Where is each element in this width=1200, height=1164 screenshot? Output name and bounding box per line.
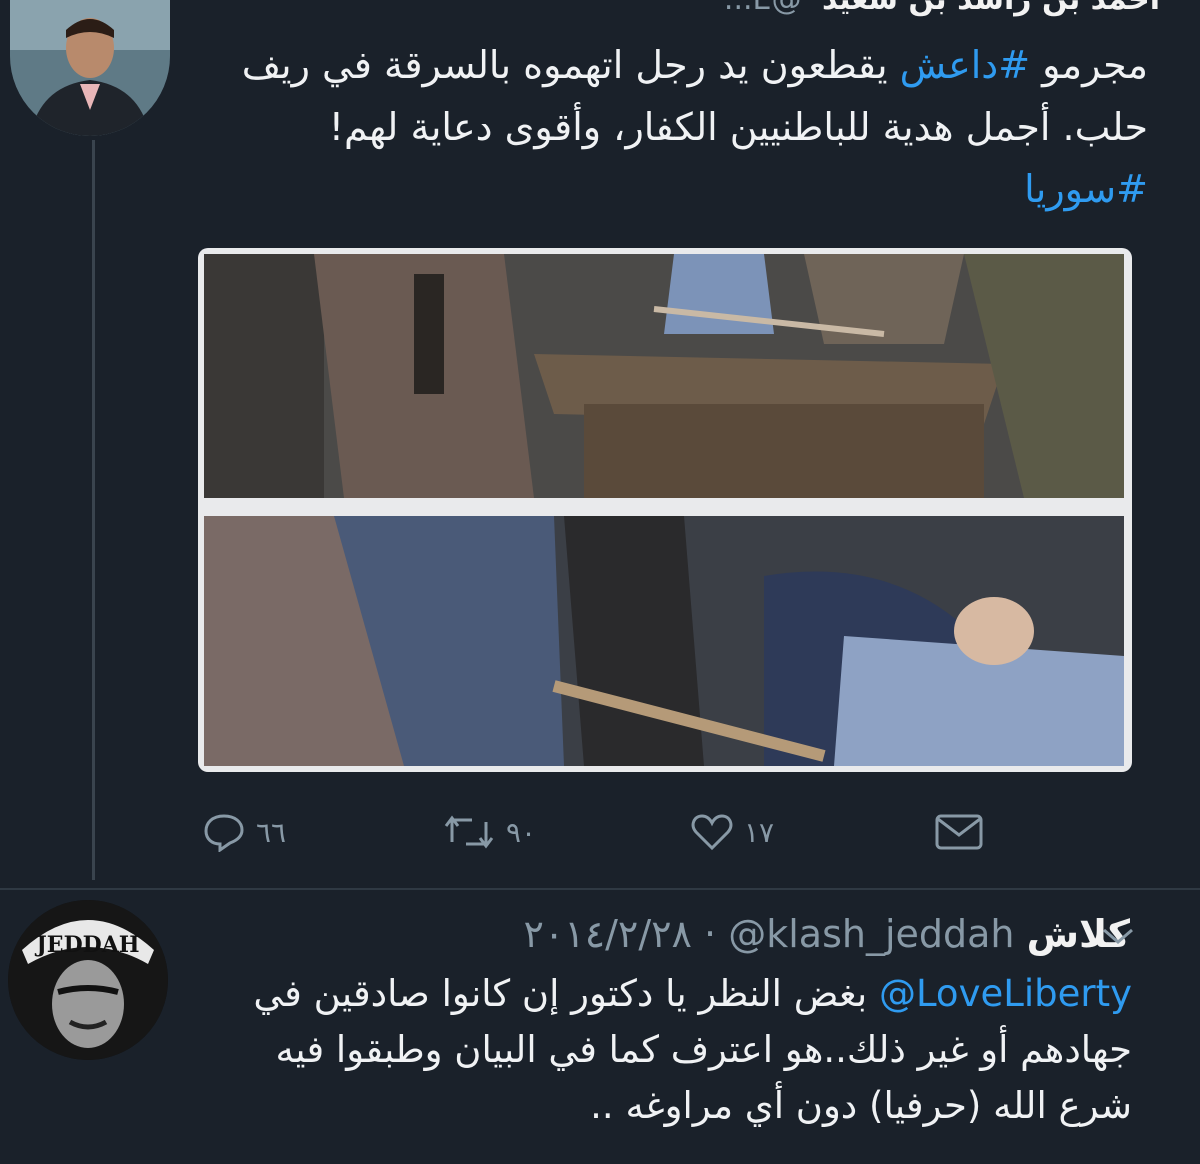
reply-date[interactable]: ٢٠١٤/٢/٢٨ bbox=[523, 912, 691, 956]
author-name[interactable]: أحمد بن راشد بن سعيد bbox=[822, 0, 1160, 17]
reply-count: ٦٦ bbox=[256, 815, 287, 849]
retweet-count: ٩٠ bbox=[506, 815, 537, 849]
tweet-divider bbox=[0, 888, 1200, 890]
mention-link[interactable]: @LoveLiberty bbox=[879, 972, 1132, 1015]
retweet-button[interactable]: ٩٠ bbox=[442, 812, 536, 852]
reply-author-handle[interactable]: @klash_jeddah bbox=[728, 912, 1014, 956]
chevron-down-icon bbox=[1103, 928, 1133, 944]
reply-text: @LoveLiberty بغض النظر يا دكتور إن كانوا… bbox=[232, 966, 1132, 1134]
reply-button[interactable]: ٦٦ bbox=[202, 812, 286, 852]
tweet-text: مجرمو #داعش يقطعون يد رجل اتهموه بالسرقة… bbox=[168, 34, 1148, 220]
envelope-icon bbox=[935, 814, 983, 850]
avatar-photo-reply: JEDDAH bbox=[8, 900, 168, 1060]
header-separator: · bbox=[704, 912, 717, 956]
tweet-media[interactable] bbox=[198, 248, 1132, 772]
like-button[interactable]: ١٧ bbox=[690, 812, 774, 852]
message-button[interactable] bbox=[934, 812, 984, 852]
more-options-button[interactable] bbox=[1100, 924, 1136, 952]
avatar-photo bbox=[10, 0, 170, 136]
tweet-text-start: مجرمو bbox=[1030, 43, 1148, 87]
like-count: ١٧ bbox=[744, 815, 775, 849]
author-handle[interactable]: @E... bbox=[724, 0, 802, 17]
tweet-header: أحمد بن راشد بن سعيد @E... bbox=[724, 0, 1160, 22]
heart-icon bbox=[691, 814, 733, 851]
avatar-text: JEDDAH bbox=[34, 932, 139, 958]
media-photo-bottom bbox=[204, 516, 1124, 766]
tweet-actions: ٦٦ ٩٠ ١٧ bbox=[198, 800, 1018, 870]
reply-icon bbox=[204, 814, 244, 852]
avatar[interactable] bbox=[10, 0, 170, 136]
thread-line bbox=[92, 140, 95, 880]
retweet-icon bbox=[444, 815, 494, 849]
reply-header: كلاش @klash_jeddah · ٢٠١٤/٢/٢٨ bbox=[523, 912, 1130, 956]
media-photo-top bbox=[204, 254, 1124, 498]
reply-text-first: بغض النظر يا دكتور إن كانوا bbox=[441, 972, 879, 1015]
hashtag-link[interactable]: #داعش bbox=[900, 43, 1030, 87]
avatar-reply[interactable]: JEDDAH bbox=[8, 900, 168, 1060]
hashtag-link-syria[interactable]: #سوريا bbox=[1024, 167, 1148, 211]
